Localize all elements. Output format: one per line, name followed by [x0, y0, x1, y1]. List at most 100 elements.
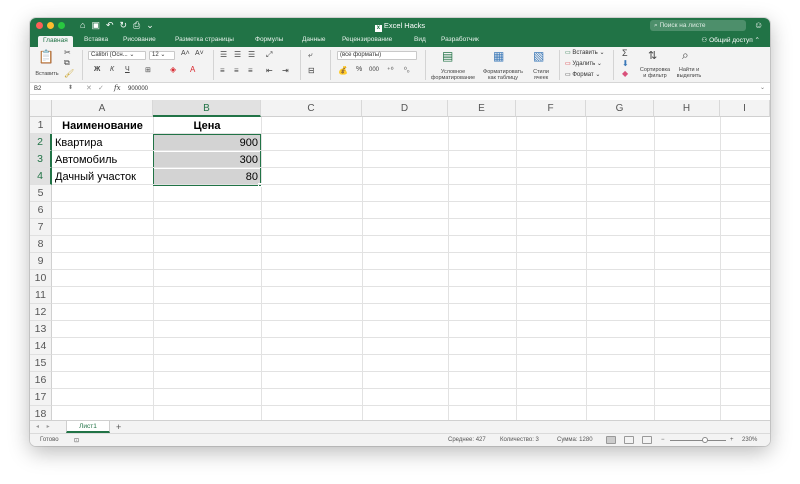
column-header-c[interactable]: C	[261, 100, 362, 117]
row-header-1[interactable]: 1	[30, 117, 52, 134]
align-left-icon[interactable]: ≡	[220, 66, 225, 75]
font-name-select[interactable]: Calibri (Осн... ⌄	[88, 51, 146, 60]
zoom-in-icon[interactable]: +	[730, 437, 734, 443]
row-header-15[interactable]: 15	[30, 355, 52, 372]
tab-home[interactable]: Главная	[38, 36, 73, 47]
align-bottom-icon[interactable]: ☰	[248, 50, 255, 59]
sheet-tab-list1[interactable]: Лист1	[66, 421, 110, 433]
formula-input[interactable]: 900000	[128, 85, 148, 94]
fill-icon[interactable]: ⬇	[622, 59, 629, 68]
zoom-slider[interactable]	[670, 440, 726, 441]
format-as-table-icon[interactable]: ▦	[493, 49, 504, 63]
delete-cells-button[interactable]: ▭ Удалить ⌄	[565, 60, 602, 67]
cancel-icon[interactable]: ✕	[86, 84, 92, 92]
clear-icon[interactable]: ◆	[622, 69, 628, 78]
copy-icon[interactable]: ⧉	[64, 58, 70, 68]
select-all-corner[interactable]	[30, 100, 52, 117]
underline-icon[interactable]: Ч	[125, 66, 130, 73]
number-format-select[interactable]: (все форматы)	[337, 51, 417, 60]
align-middle-icon[interactable]: ☰	[234, 50, 241, 59]
row-header-6[interactable]: 6	[30, 202, 52, 219]
column-header-h[interactable]: H	[654, 100, 720, 117]
wrap-text-icon[interactable]: ⤶	[308, 50, 312, 60]
conditional-formatting-icon[interactable]: ▤	[442, 49, 453, 63]
insert-cells-button[interactable]: ▭ Вставить ⌄	[565, 49, 604, 56]
enter-icon[interactable]: ✓	[98, 84, 104, 92]
tab-page-layout[interactable]: Разметка страницы	[175, 36, 234, 43]
decrease-indent-icon[interactable]: ⇤	[266, 66, 273, 75]
tab-insert[interactable]: Вставка	[84, 36, 108, 43]
percent-icon[interactable]: %	[356, 66, 362, 73]
find-select-icon[interactable]: ⌕	[682, 48, 689, 63]
font-color-icon[interactable]: A	[190, 65, 195, 74]
sort-filter-icon[interactable]: ⇅	[648, 49, 657, 62]
align-right-icon[interactable]: ≡	[248, 66, 253, 75]
search-input[interactable]: ⌕ Поиск на листе	[650, 20, 746, 31]
row-header-18[interactable]: 18	[30, 406, 52, 420]
tab-draw[interactable]: Рисование	[123, 36, 156, 43]
merge-cells-icon[interactable]: ⊟	[308, 66, 315, 75]
worksheet-grid[interactable]: A B C D E F G H I 1 2 3 4 5 6 7 8 9 10 11 12 13 14 15 1…	[30, 100, 770, 420]
tab-view[interactable]: Вид	[414, 36, 426, 43]
row-header-17[interactable]: 17	[30, 389, 52, 406]
align-center-icon[interactable]: ≡	[234, 66, 239, 75]
currency-icon[interactable]: 💰	[338, 66, 348, 75]
row-header-3[interactable]: 3	[30, 151, 52, 168]
increase-decimal-icon[interactable]: ⁺⁰	[387, 66, 394, 74]
decrease-decimal-icon[interactable]: ⁰₀	[404, 66, 410, 74]
row-header-16[interactable]: 16	[30, 372, 52, 389]
row-header-10[interactable]: 10	[30, 270, 52, 287]
share-button[interactable]: ⚇ Общий доступ ⌃	[701, 36, 760, 44]
cut-icon[interactable]: ✂	[64, 48, 71, 57]
row-header-8[interactable]: 8	[30, 236, 52, 253]
fill-color-icon[interactable]: ◈	[170, 65, 176, 74]
column-header-d[interactable]: D	[362, 100, 448, 117]
row-header-2[interactable]: 2	[30, 134, 52, 151]
tab-developer[interactable]: Разработчик	[441, 36, 479, 43]
zoom-level[interactable]: 230%	[742, 437, 757, 443]
row-header-13[interactable]: 13	[30, 321, 52, 338]
tab-data[interactable]: Данные	[302, 36, 325, 43]
column-header-b[interactable]: B	[153, 100, 261, 117]
increase-font-icon[interactable]: A˄	[181, 50, 190, 57]
orientation-icon[interactable]: ⤢	[266, 50, 272, 60]
sort-filter-label[interactable]: Сортировка и фильтр	[638, 67, 672, 79]
column-header-g[interactable]: G	[586, 100, 654, 117]
normal-view-icon[interactable]	[606, 436, 616, 444]
row-header-14[interactable]: 14	[30, 338, 52, 355]
sheet-nav-arrows-icon[interactable]: ◂ ▸	[36, 423, 53, 430]
page-break-view-icon[interactable]	[642, 436, 652, 444]
decrease-font-icon[interactable]: A˅	[195, 50, 204, 57]
add-sheet-button[interactable]: +	[116, 422, 121, 432]
row-header-4[interactable]: 4	[30, 168, 52, 185]
format-painter-icon[interactable]: 🖌	[64, 69, 74, 78]
autosum-icon[interactable]: Σ	[622, 48, 628, 58]
tab-formulas[interactable]: Формулы	[255, 36, 283, 43]
page-layout-view-icon[interactable]	[624, 436, 634, 444]
feedback-smiley-icon[interactable]: ☺	[754, 20, 763, 30]
italic-icon[interactable]: К	[110, 66, 114, 73]
font-size-select[interactable]: 12 ⌄	[149, 51, 175, 60]
conditional-formatting-label[interactable]: Условное форматирование	[428, 69, 478, 81]
expand-formula-icon[interactable]: ⌄	[760, 84, 765, 91]
function-icon[interactable]: fx	[114, 84, 121, 92]
cell-styles-icon[interactable]: ▧	[533, 49, 544, 63]
increase-indent-icon[interactable]: ⇥	[282, 66, 289, 75]
row-header-11[interactable]: 11	[30, 287, 52, 304]
column-header-a[interactable]: A	[52, 100, 153, 117]
bold-icon[interactable]: Ж	[94, 66, 100, 73]
column-header-i[interactable]: I	[720, 100, 770, 117]
thousands-separator-icon[interactable]: 000	[369, 67, 379, 73]
tab-review[interactable]: Рецензирование	[342, 36, 392, 43]
format-cells-button[interactable]: ▭ Формат ⌄	[565, 71, 600, 78]
macro-record-icon[interactable]: ⊡	[74, 437, 79, 444]
row-header-12[interactable]: 12	[30, 304, 52, 321]
borders-icon[interactable]: ⊞	[145, 66, 151, 74]
format-as-table-label[interactable]: Форматировать как таблицу	[480, 69, 526, 81]
column-header-f[interactable]: F	[516, 100, 586, 117]
row-header-9[interactable]: 9	[30, 253, 52, 270]
name-box[interactable]: B2	[34, 85, 64, 94]
cell-styles-label[interactable]: Стили ячеек	[528, 69, 554, 81]
align-top-icon[interactable]: ☰	[220, 50, 227, 59]
zoom-out-icon[interactable]: −	[661, 437, 665, 443]
